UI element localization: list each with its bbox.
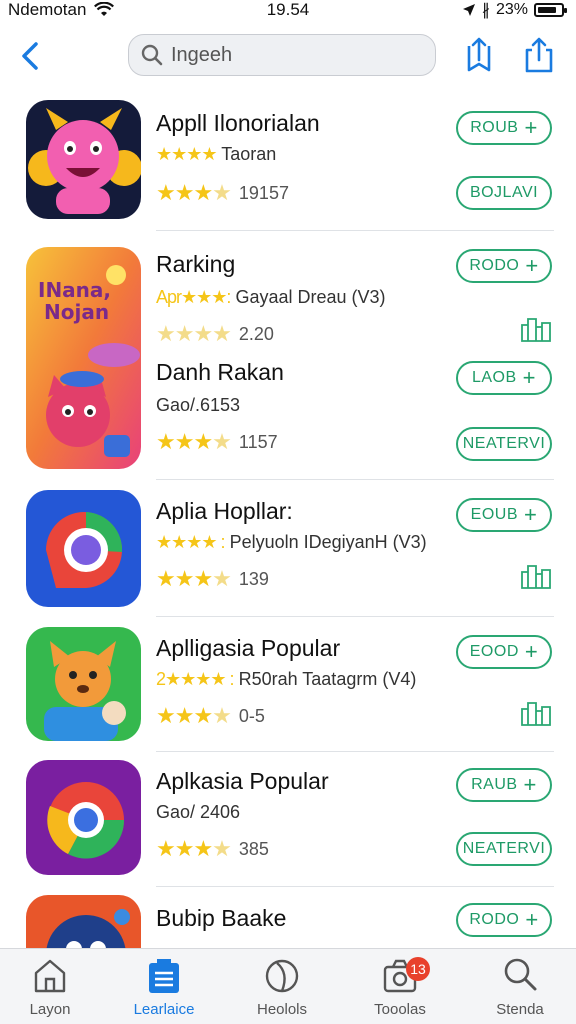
star-rating: ★★★★	[156, 566, 232, 591]
browser-app-icon[interactable]	[26, 490, 141, 607]
get-button[interactable]: RAUB +	[456, 768, 552, 802]
building-icon[interactable]	[520, 315, 552, 343]
status-bar: Ndemotan 19.54 ∦ 23%	[0, 0, 576, 24]
plus-icon: +	[525, 253, 539, 278]
game-app-icon[interactable]	[26, 895, 141, 948]
battery-icon	[534, 3, 567, 17]
app-title: Appll Ilonorialan	[156, 110, 320, 136]
app-subtitle: Gao/ 2406	[156, 802, 241, 822]
app-store-screen: Ndemotan 19.54 ∦ 23% Ingeeh Appll Ilonor…	[0, 0, 576, 1024]
list-item[interactable]: Aplkasia Popular Gao/ 2406 ★★★★ 385 RAUB…	[0, 752, 576, 887]
notification-badge: 13	[406, 957, 430, 981]
app-list: Appll Ilonorialan ★★★★ Taoran ★★★★ 19157…	[0, 88, 576, 948]
tab-tooolas[interactable]: 13 Tooolas	[350, 955, 450, 1023]
get-button[interactable]: EOUB +	[456, 498, 552, 532]
search-bar[interactable]	[128, 34, 436, 76]
app-subtitle: 2★★★★ : R50rah Taatagrm (V4)	[156, 669, 417, 689]
app-title: Aplkasia Popular	[156, 768, 329, 794]
app-title: Danh Rakan	[156, 359, 284, 385]
monster-app-icon[interactable]	[26, 100, 141, 219]
app-subtitle: Gao/.6153	[156, 395, 241, 415]
search-input[interactable]	[171, 43, 391, 67]
battery-percent: 23%	[495, 1, 528, 18]
plus-icon: +	[522, 365, 537, 390]
app-rating: ★★★★ 385	[156, 836, 269, 862]
app-title: Bubip Baake	[156, 905, 287, 931]
tab-stenda[interactable]: Stenda	[470, 955, 570, 1023]
plus-icon: +	[523, 772, 537, 797]
star-rating: ★★★★	[156, 836, 232, 861]
search-icon	[504, 958, 537, 991]
rating-count: 19157	[238, 182, 289, 203]
list-item[interactable]: Appll Ilonorialan ★★★★ Taoran ★★★★ 19157…	[0, 88, 576, 231]
list-item[interactable]: Bubip Baake RODO +	[0, 887, 576, 948]
tab-label: Stenda	[496, 1001, 544, 1018]
app-subtitle: ★★★★ : Pelyuoln IDegiyanH (V3)	[156, 532, 427, 552]
app-title: Aplligasia Popular	[156, 635, 341, 661]
secondary-button[interactable]: NEATERVI	[456, 427, 552, 461]
back-chevron-icon[interactable]	[14, 38, 46, 74]
app-subtitle: ★★★★ Taoran	[156, 144, 277, 164]
tab-label: Heolols	[256, 1001, 308, 1018]
plus-icon: +	[524, 639, 539, 664]
learn-icon	[149, 959, 179, 993]
get-button[interactable]: RODO +	[456, 903, 552, 937]
secondary-button[interactable]: NEATERVI	[456, 832, 552, 866]
tab-label: Learlaice	[133, 1001, 195, 1018]
fox-app-icon[interactable]	[26, 627, 141, 741]
tab-label: Tooolas	[374, 1001, 426, 1018]
leaf-icon	[265, 959, 299, 993]
app-title: Rarking	[156, 251, 236, 277]
tab-learlaice[interactable]: Learlaice	[114, 955, 214, 1023]
building-icon[interactable]	[520, 699, 552, 727]
plus-icon: +	[525, 907, 539, 932]
list-item[interactable]: Aplligasia Popular 2★★★★ : R50rah Taatag…	[0, 617, 576, 752]
star-rating: ★★★★	[156, 180, 232, 205]
bookmark-share-icon[interactable]	[461, 36, 497, 74]
star-rating: ★★★★	[156, 429, 232, 454]
tab-layon[interactable]: Layon	[0, 955, 100, 1023]
app-rating: ★★★★ 1157	[156, 429, 278, 455]
rating-count: 1157	[238, 431, 278, 452]
app-rating: ★★★★ 19157	[156, 180, 289, 206]
location-icon	[462, 4, 475, 16]
app-rating: ★★★★ 0-5	[156, 703, 265, 729]
app-rating: ★★★★ 2.20	[156, 321, 274, 347]
get-button[interactable]: RODO +	[456, 249, 552, 283]
home-icon	[34, 959, 66, 993]
star-rating: ★★★★	[156, 703, 232, 728]
star-rating: ★★★★	[156, 321, 232, 346]
app-subtitle: Apr★★★: Gayaal Dreau (V3)	[156, 287, 386, 307]
chrome-app-icon[interactable]	[26, 760, 141, 875]
plus-icon: +	[524, 115, 538, 140]
rating-count: 385	[238, 838, 269, 859]
rating-count: 2.20	[238, 323, 274, 344]
list-item[interactable]: INana, Nojan Rarking Apr★★★: Gayaal Drea…	[0, 231, 576, 480]
tab-bar: Layon Learlaice Heolols 13 Tooolas Stend…	[0, 948, 576, 1024]
building-icon[interactable]	[520, 562, 552, 590]
app-rating: ★★★★ 139	[156, 566, 269, 592]
share-icon[interactable]	[521, 36, 557, 74]
secondary-button[interactable]: BOJLAVI	[456, 176, 552, 210]
navigation-bar	[0, 30, 576, 84]
app-title: Aplia Hopllar:	[156, 498, 293, 524]
list-item[interactable]: Aplia Hopllar: ★★★★ : Pelyuoln IDegiyanH…	[0, 480, 576, 617]
get-button[interactable]: EOOD +	[456, 635, 552, 669]
tab-heolols[interactable]: Heolols	[232, 955, 332, 1023]
cat-game-app-icon[interactable]: INana, Nojan	[26, 247, 141, 469]
svg-text:Nojan: Nojan	[44, 300, 109, 324]
tab-label: Layon	[29, 1001, 71, 1018]
svg-text:INana,: INana,	[38, 278, 111, 302]
rating-count: 0-5	[238, 705, 265, 726]
get-button[interactable]: ROUB +	[456, 111, 552, 145]
rating-count: 139	[238, 568, 269, 589]
bluetooth-icon: ∦	[481, 2, 490, 19]
plus-icon: +	[523, 502, 538, 527]
search-icon	[141, 44, 163, 66]
get-button[interactable]: LAOB +	[456, 361, 552, 395]
